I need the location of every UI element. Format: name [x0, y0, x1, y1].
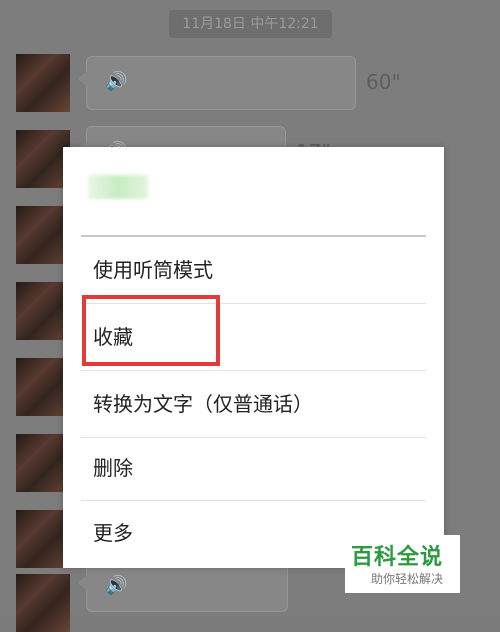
- voice-message-bubble[interactable]: 🔊: [78, 56, 356, 110]
- watermark-title: 百科全说: [351, 545, 444, 570]
- voice-wave-icon: 🔊: [105, 575, 128, 596]
- watermark-logo: 百科全说 助你轻松解决: [345, 535, 460, 593]
- avatar[interactable]: [16, 282, 70, 340]
- sender-name-blurred: [88, 175, 148, 199]
- menu-item-delete[interactable]: 删除: [81, 435, 426, 501]
- highlight-box: [82, 295, 220, 366]
- voice-wave-icon: 🔊: [105, 71, 128, 92]
- message-timestamp: 11月18日 中午12:21: [169, 10, 332, 38]
- avatar[interactable]: [16, 574, 70, 632]
- voice-duration: 60": [366, 70, 401, 94]
- avatar[interactable]: [16, 54, 70, 112]
- avatar[interactable]: [16, 434, 70, 492]
- avatar[interactable]: [16, 358, 70, 416]
- avatar[interactable]: [16, 206, 70, 264]
- watermark-subtitle: 助你轻松解决: [371, 572, 444, 586]
- avatar[interactable]: [16, 130, 70, 188]
- menu-item-earpiece-mode[interactable]: 使用听筒模式: [81, 237, 426, 303]
- menu-item-convert-to-text[interactable]: 转换为文字（仅普通话）: [81, 371, 426, 437]
- avatar[interactable]: [16, 510, 70, 568]
